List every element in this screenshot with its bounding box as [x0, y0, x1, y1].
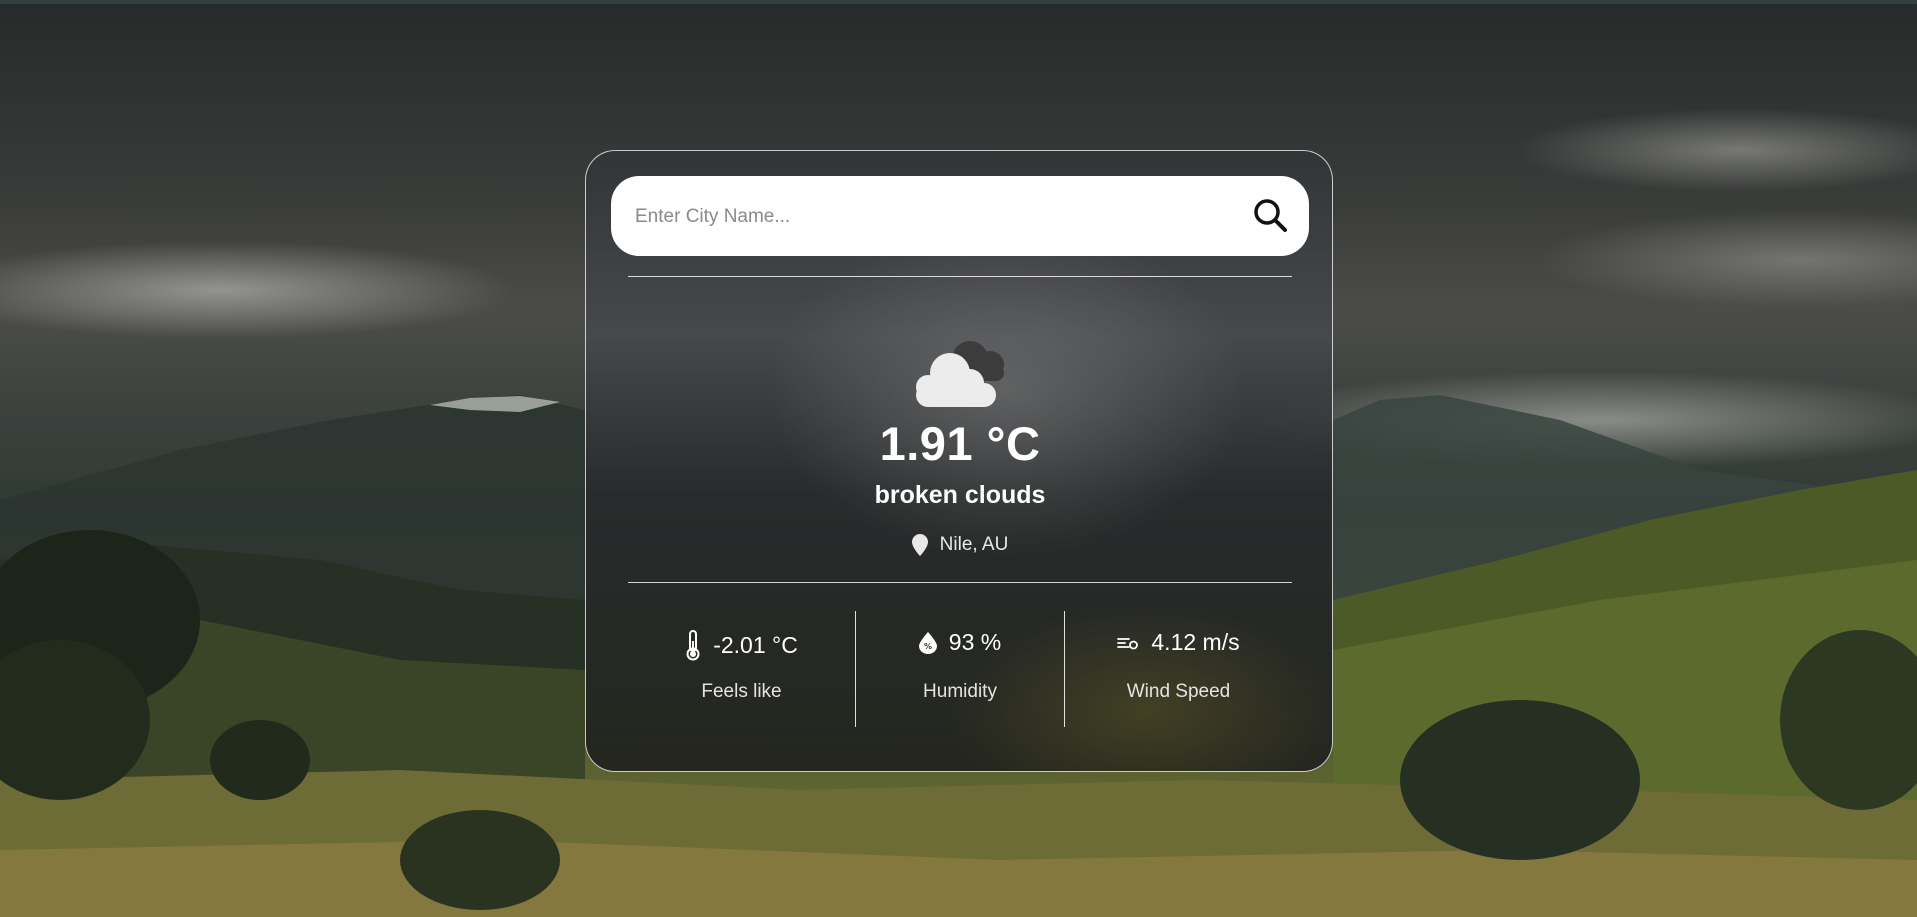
feels-like-value: -2.01 °C: [713, 631, 798, 658]
search-button[interactable]: [1251, 196, 1291, 236]
humidity-value: 93 %: [948, 629, 1002, 655]
search-bar: [611, 176, 1309, 258]
humidity-label: Humidity: [923, 681, 997, 702]
location-row: Nile, AU: [586, 534, 1334, 556]
search-icon: [1254, 199, 1287, 232]
wind-speed-label: Wind Speed: [1126, 681, 1231, 702]
divider-top: [628, 276, 1292, 277]
feels-like-label: Feels like: [701, 681, 782, 702]
weather-card: 1.91 °C broken clouds Nile, AU -2.01 °C …: [585, 150, 1333, 772]
temperature-value: 1.91 °C: [879, 417, 1041, 470]
weather-description: broken clouds: [874, 481, 1046, 509]
stat-humidity: % 93 % Humidity: [856, 611, 1064, 729]
city-search-input[interactable]: [633, 176, 1237, 258]
wind-speed-value: 4.12 m/s: [1151, 629, 1240, 655]
location-pin-icon: [911, 534, 928, 556]
weather-stats: -2.01 °C Feels like % 93 % Humidity 4.12…: [628, 611, 1292, 729]
svg-text:%: %: [924, 642, 932, 651]
stat-feels-like: -2.01 °C Feels like: [628, 611, 855, 729]
broken-clouds-icon: [916, 341, 1004, 407]
wind-icon: [1117, 637, 1139, 649]
thermometer-icon: [686, 630, 700, 661]
stat-wind-speed: 4.12 m/s Wind Speed: [1065, 611, 1292, 729]
divider-bottom: [628, 582, 1292, 583]
location-text: Nile, AU: [939, 534, 1009, 555]
humidity-icon: %: [918, 631, 937, 654]
